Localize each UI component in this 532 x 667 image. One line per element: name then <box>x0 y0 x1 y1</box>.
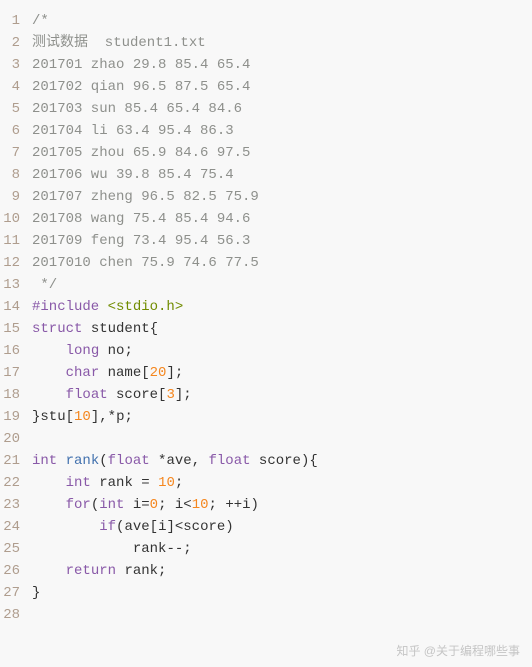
code-line: 18 float score[3]; <box>0 384 532 406</box>
code-content: if(ave[i]<score) <box>26 516 234 538</box>
code-line: 9201707 zheng 96.5 82.5 75.9 <box>0 186 532 208</box>
code-content: #include <stdio.h> <box>26 296 183 318</box>
line-number: 26 <box>0 560 26 582</box>
code-line: 19}stu[10],*p; <box>0 406 532 428</box>
line-number: 17 <box>0 362 26 384</box>
code-line: 28 <box>0 604 532 626</box>
line-number: 14 <box>0 296 26 318</box>
code-content: 201709 feng 73.4 95.4 56.3 <box>26 230 250 252</box>
code-line: 15struct student{ <box>0 318 532 340</box>
code-line: 3201701 zhao 29.8 85.4 65.4 <box>0 54 532 76</box>
code-line: 8201706 wu 39.8 85.4 75.4 <box>0 164 532 186</box>
code-line: 17 char name[20]; <box>0 362 532 384</box>
line-number: 15 <box>0 318 26 340</box>
code-content: return rank; <box>26 560 166 582</box>
code-line: 14#include <stdio.h> <box>0 296 532 318</box>
code-content: 201704 li 63.4 95.4 86.3 <box>26 120 234 142</box>
code-line: 5201703 sun 85.4 65.4 84.6 <box>0 98 532 120</box>
line-number: 22 <box>0 472 26 494</box>
code-content: 201701 zhao 29.8 85.4 65.4 <box>26 54 250 76</box>
line-number: 18 <box>0 384 26 406</box>
line-number: 6 <box>0 120 26 142</box>
code-line: 22 int rank = 10; <box>0 472 532 494</box>
line-number: 20 <box>0 428 26 450</box>
line-number: 23 <box>0 494 26 516</box>
code-line: 122017010 chen 75.9 74.6 77.5 <box>0 252 532 274</box>
line-number: 1 <box>0 10 26 32</box>
code-content: } <box>26 582 40 604</box>
code-content: /* <box>26 10 49 32</box>
line-number: 3 <box>0 54 26 76</box>
code-content: int rank = 10; <box>26 472 183 494</box>
line-number: 5 <box>0 98 26 120</box>
code-content <box>26 604 32 626</box>
code-line: 10201708 wang 75.4 85.4 94.6 <box>0 208 532 230</box>
line-number: 13 <box>0 274 26 296</box>
line-number: 27 <box>0 582 26 604</box>
code-content: 201707 zheng 96.5 82.5 75.9 <box>26 186 259 208</box>
code-line: 6201704 li 63.4 95.4 86.3 <box>0 120 532 142</box>
line-number: 2 <box>0 32 26 54</box>
code-line: 23 for(int i=0; i<10; ++i) <box>0 494 532 516</box>
code-content: 201705 zhou 65.9 84.6 97.5 <box>26 142 250 164</box>
code-line: 4201702 qian 96.5 87.5 65.4 <box>0 76 532 98</box>
code-line: 7201705 zhou 65.9 84.6 97.5 <box>0 142 532 164</box>
code-content: 201706 wu 39.8 85.4 75.4 <box>26 164 234 186</box>
code-content: for(int i=0; i<10; ++i) <box>26 494 259 516</box>
code-line: 1/* <box>0 10 532 32</box>
code-content: }stu[10],*p; <box>26 406 133 428</box>
code-content: 2017010 chen 75.9 74.6 77.5 <box>26 252 259 274</box>
line-number: 21 <box>0 450 26 472</box>
code-content: 201702 qian 96.5 87.5 65.4 <box>26 76 250 98</box>
line-number: 16 <box>0 340 26 362</box>
code-content: 201703 sun 85.4 65.4 84.6 <box>26 98 242 120</box>
code-content: struct student{ <box>26 318 158 340</box>
code-content <box>26 428 32 450</box>
line-number: 11 <box>0 230 26 252</box>
line-number: 19 <box>0 406 26 428</box>
code-content: long no; <box>26 340 133 362</box>
line-number: 28 <box>0 604 26 626</box>
code-content: */ <box>26 274 57 296</box>
line-number: 25 <box>0 538 26 560</box>
code-content: rank--; <box>26 538 192 560</box>
code-content: 测试数据 student1.txt <box>26 32 206 54</box>
line-number: 9 <box>0 186 26 208</box>
code-line: 13 */ <box>0 274 532 296</box>
code-line: 20 <box>0 428 532 450</box>
code-line: 2测试数据 student1.txt <box>0 32 532 54</box>
watermark: 知乎 @关于编程哪些事 <box>396 642 520 659</box>
code-line: 26 return rank; <box>0 560 532 582</box>
code-line: 11201709 feng 73.4 95.4 56.3 <box>0 230 532 252</box>
code-line: 27} <box>0 582 532 604</box>
line-number: 8 <box>0 164 26 186</box>
code-line: 21int rank(float *ave, float score){ <box>0 450 532 472</box>
line-number: 12 <box>0 252 26 274</box>
line-number: 10 <box>0 208 26 230</box>
code-content: int rank(float *ave, float score){ <box>26 450 318 472</box>
code-content: float score[3]; <box>26 384 192 406</box>
code-content: 201708 wang 75.4 85.4 94.6 <box>26 208 250 230</box>
line-number: 7 <box>0 142 26 164</box>
code-block: 1/*2测试数据 student1.txt3201701 zhao 29.8 8… <box>0 0 532 636</box>
code-line: 16 long no; <box>0 340 532 362</box>
code-content: char name[20]; <box>26 362 183 384</box>
line-number: 24 <box>0 516 26 538</box>
code-line: 24 if(ave[i]<score) <box>0 516 532 538</box>
code-line: 25 rank--; <box>0 538 532 560</box>
line-number: 4 <box>0 76 26 98</box>
